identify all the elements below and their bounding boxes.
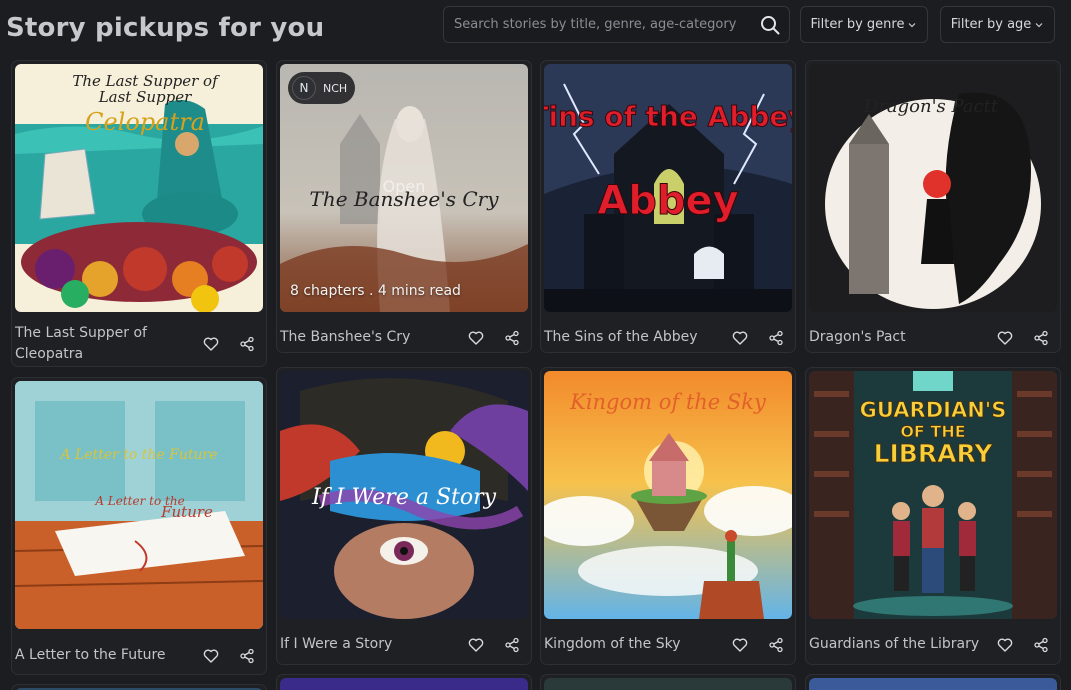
cover-title: Last Supper xyxy=(98,88,192,106)
story-cover[interactable]: The Last Supper of Last Supper Celopatra xyxy=(15,64,263,312)
story-title[interactable]: The Banshee's Cry xyxy=(280,327,455,348)
share-icon[interactable] xyxy=(501,327,523,349)
story-card[interactable]: Kingom of the Sky Kingdom of the Sky xyxy=(540,367,796,665)
cover-image: Tins of the Abbey Abbey xyxy=(544,64,792,312)
filter-genre-label: Filter by genre xyxy=(810,17,905,32)
chevron-down-icon xyxy=(1035,22,1043,27)
story-card[interactable] xyxy=(805,674,1061,690)
story-card[interactable]: If I Were a Story If I Were a Story xyxy=(276,367,532,665)
author-chip[interactable]: N NCH xyxy=(288,72,356,104)
story-title[interactable]: Dragon's Pact xyxy=(809,327,984,348)
story-cover[interactable] xyxy=(809,678,1057,690)
story-cover[interactable] xyxy=(280,678,528,690)
story-card[interactable]: The Last Supper of Last Supper Celopatra… xyxy=(11,60,267,367)
cover-title: Future xyxy=(160,503,213,521)
story-card[interactable]: Tins of the Abbey Abbey The Sins of the … xyxy=(540,60,796,353)
story-cover[interactable]: Dragon's Pactt xyxy=(809,64,1057,312)
heart-icon[interactable] xyxy=(200,333,222,355)
search-icon[interactable] xyxy=(759,14,781,36)
cover-title: Kingom of the Sky xyxy=(569,390,767,414)
search-input[interactable] xyxy=(454,17,759,32)
story-title[interactable]: The Last Supper of Cleopatra xyxy=(15,323,190,365)
chevron-down-icon xyxy=(909,22,916,27)
cover-image: If I Were a Story xyxy=(280,371,528,619)
story-card[interactable] xyxy=(11,684,267,690)
heart-icon[interactable] xyxy=(994,327,1016,349)
cover-title: GUARDIAN'S xyxy=(860,398,1007,422)
heart-icon[interactable] xyxy=(729,327,751,349)
heart-icon[interactable] xyxy=(994,634,1016,656)
share-icon[interactable] xyxy=(765,327,787,349)
story-card[interactable]: Dragon's Pactt Dragon's Pact xyxy=(805,60,1061,353)
filter-age-label: Filter by age xyxy=(950,17,1032,32)
heart-icon[interactable] xyxy=(465,327,487,349)
avatar: N xyxy=(292,76,316,100)
story-cover[interactable]: Tins of the Abbey Abbey xyxy=(544,64,792,312)
share-icon[interactable] xyxy=(236,333,258,355)
cover-title: Dragon's Pactt xyxy=(863,96,999,117)
story-cover[interactable] xyxy=(544,678,792,690)
share-icon[interactable] xyxy=(1030,327,1052,349)
cover-title: A Letter to the Future xyxy=(58,447,217,463)
author-name: NCH xyxy=(323,81,348,95)
story-title[interactable]: A Letter to the Future xyxy=(15,645,190,666)
cover-image: The Last Supper of Last Supper Celopatra xyxy=(15,64,263,312)
story-title[interactable]: The Sins of the Abbey xyxy=(544,327,719,348)
story-card[interactable]: The Banshee's Cry N NCH Open 8 chapters … xyxy=(276,60,532,353)
story-cover[interactable]: GUARDIAN'S OF THE LIBRARY xyxy=(809,371,1057,619)
story-card[interactable]: GUARDIAN'S OF THE LIBRARY Guardians of t… xyxy=(805,367,1061,665)
cover-image: Dragon's Pactt xyxy=(809,64,1057,312)
heart-icon[interactable] xyxy=(729,634,751,656)
filter-genre-button[interactable]: Filter by genre xyxy=(800,6,928,43)
open-label[interactable]: Open xyxy=(280,177,528,196)
story-title[interactable]: Guardians of the Library xyxy=(809,634,984,655)
search-bar[interactable] xyxy=(443,6,790,43)
story-title[interactable]: If I Were a Story xyxy=(280,634,455,655)
cover-image: GUARDIAN'S OF THE LIBRARY xyxy=(809,371,1057,619)
story-cover[interactable]: Kingom of the Sky xyxy=(544,371,792,619)
cover-image: A Letter to the Future A Letter to the F… xyxy=(15,381,263,629)
heart-icon[interactable] xyxy=(465,634,487,656)
cover-title: Abbey xyxy=(597,178,738,224)
cover-title: Tins of the Abbey xyxy=(544,100,792,133)
share-icon[interactable] xyxy=(765,634,787,656)
story-cover[interactable]: If I Were a Story xyxy=(280,371,528,619)
story-card[interactable]: A Letter to the Future A Letter to the F… xyxy=(11,377,267,675)
story-card[interactable] xyxy=(540,674,796,690)
page-title: Story pickups for you xyxy=(6,13,325,43)
story-cover[interactable]: The Banshee's Cry N NCH Open 8 chapters … xyxy=(280,64,528,312)
heart-icon[interactable] xyxy=(200,645,222,667)
share-icon[interactable] xyxy=(236,645,258,667)
story-meta: 8 chapters . 4 mins read xyxy=(290,283,461,299)
filter-age-button[interactable]: Filter by age xyxy=(940,6,1055,43)
share-icon[interactable] xyxy=(501,634,523,656)
story-title[interactable]: Kingdom of the Sky xyxy=(544,634,719,655)
story-card[interactable] xyxy=(276,674,532,690)
story-cover[interactable]: A Letter to the Future A Letter to the F… xyxy=(15,381,263,629)
cover-title: If I Were a Story xyxy=(311,485,497,510)
share-icon[interactable] xyxy=(1030,634,1052,656)
cover-title: Celopatra xyxy=(85,108,205,136)
cover-image: Kingom of the Sky xyxy=(544,371,792,619)
cover-title: LIBRARY xyxy=(874,439,994,468)
